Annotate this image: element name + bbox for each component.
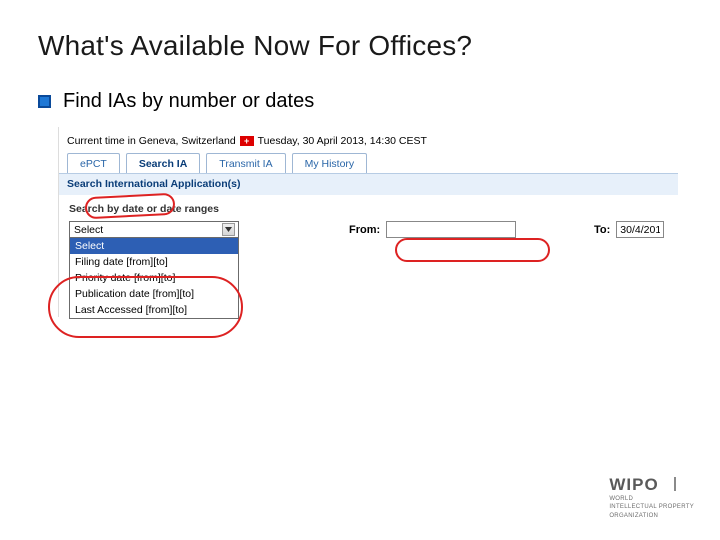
to-date-input[interactable] — [616, 221, 664, 238]
timebar-value: Tuesday, 30 April 2013, 14:30 CEST — [258, 135, 427, 147]
logo-sub-3: ORGANIZATION — [609, 513, 694, 521]
date-type-select[interactable]: Select — [69, 221, 239, 238]
logo-sub-1: WORLD — [609, 496, 694, 504]
wipo-logo: WIPO WORLD INTELLECTUAL PROPERTY ORGANIZ… — [609, 475, 694, 521]
option-priority-date[interactable]: Priority date [from][to] — [70, 270, 238, 286]
tab-search-ia[interactable]: Search IA — [126, 153, 200, 173]
tab-my-history[interactable]: My History — [292, 153, 368, 173]
tab-transmit-ia[interactable]: Transmit IA — [206, 153, 285, 173]
panel-sublabel: Search by date or date ranges — [69, 203, 668, 215]
logo-main-text: WIPO — [609, 475, 658, 494]
select-value: Select — [74, 224, 103, 236]
page-title: What's Available Now For Offices? — [38, 30, 690, 62]
panel-header: Search International Application(s) — [59, 174, 678, 195]
screenshot-panel: Current time in Geneva, Switzerland Tues… — [58, 127, 678, 317]
option-filing-date[interactable]: Filing date [from][to] — [70, 254, 238, 270]
timebar: Current time in Geneva, Switzerland Tues… — [59, 127, 678, 153]
tab-bar: ePCT Search IA Transmit IA My History — [59, 153, 678, 173]
option-last-accessed[interactable]: Last Accessed [from][to] — [70, 302, 238, 318]
option-select[interactable]: Select — [70, 238, 238, 254]
logo-sub-2: INTELLECTUAL PROPERTY — [609, 504, 694, 512]
square-bullet-icon — [38, 95, 51, 108]
vertical-bar-icon — [674, 477, 676, 491]
option-publication-date[interactable]: Publication date [from][to] — [70, 286, 238, 302]
timebar-label: Current time in Geneva, Switzerland — [67, 135, 236, 147]
swiss-flag-icon — [240, 136, 254, 146]
bullet-text: Find IAs by number or dates — [63, 90, 314, 113]
tab-epct[interactable]: ePCT — [67, 153, 120, 173]
chevron-down-icon — [222, 223, 235, 236]
search-panel: Search International Application(s) Sear… — [59, 173, 678, 339]
date-type-dropdown: Select Filing date [from][to] Priority d… — [69, 238, 239, 319]
bullet-item: Find IAs by number or dates — [38, 90, 690, 113]
from-date-input[interactable] — [386, 221, 516, 238]
to-label: To: — [594, 224, 610, 236]
from-label: From: — [349, 224, 380, 236]
